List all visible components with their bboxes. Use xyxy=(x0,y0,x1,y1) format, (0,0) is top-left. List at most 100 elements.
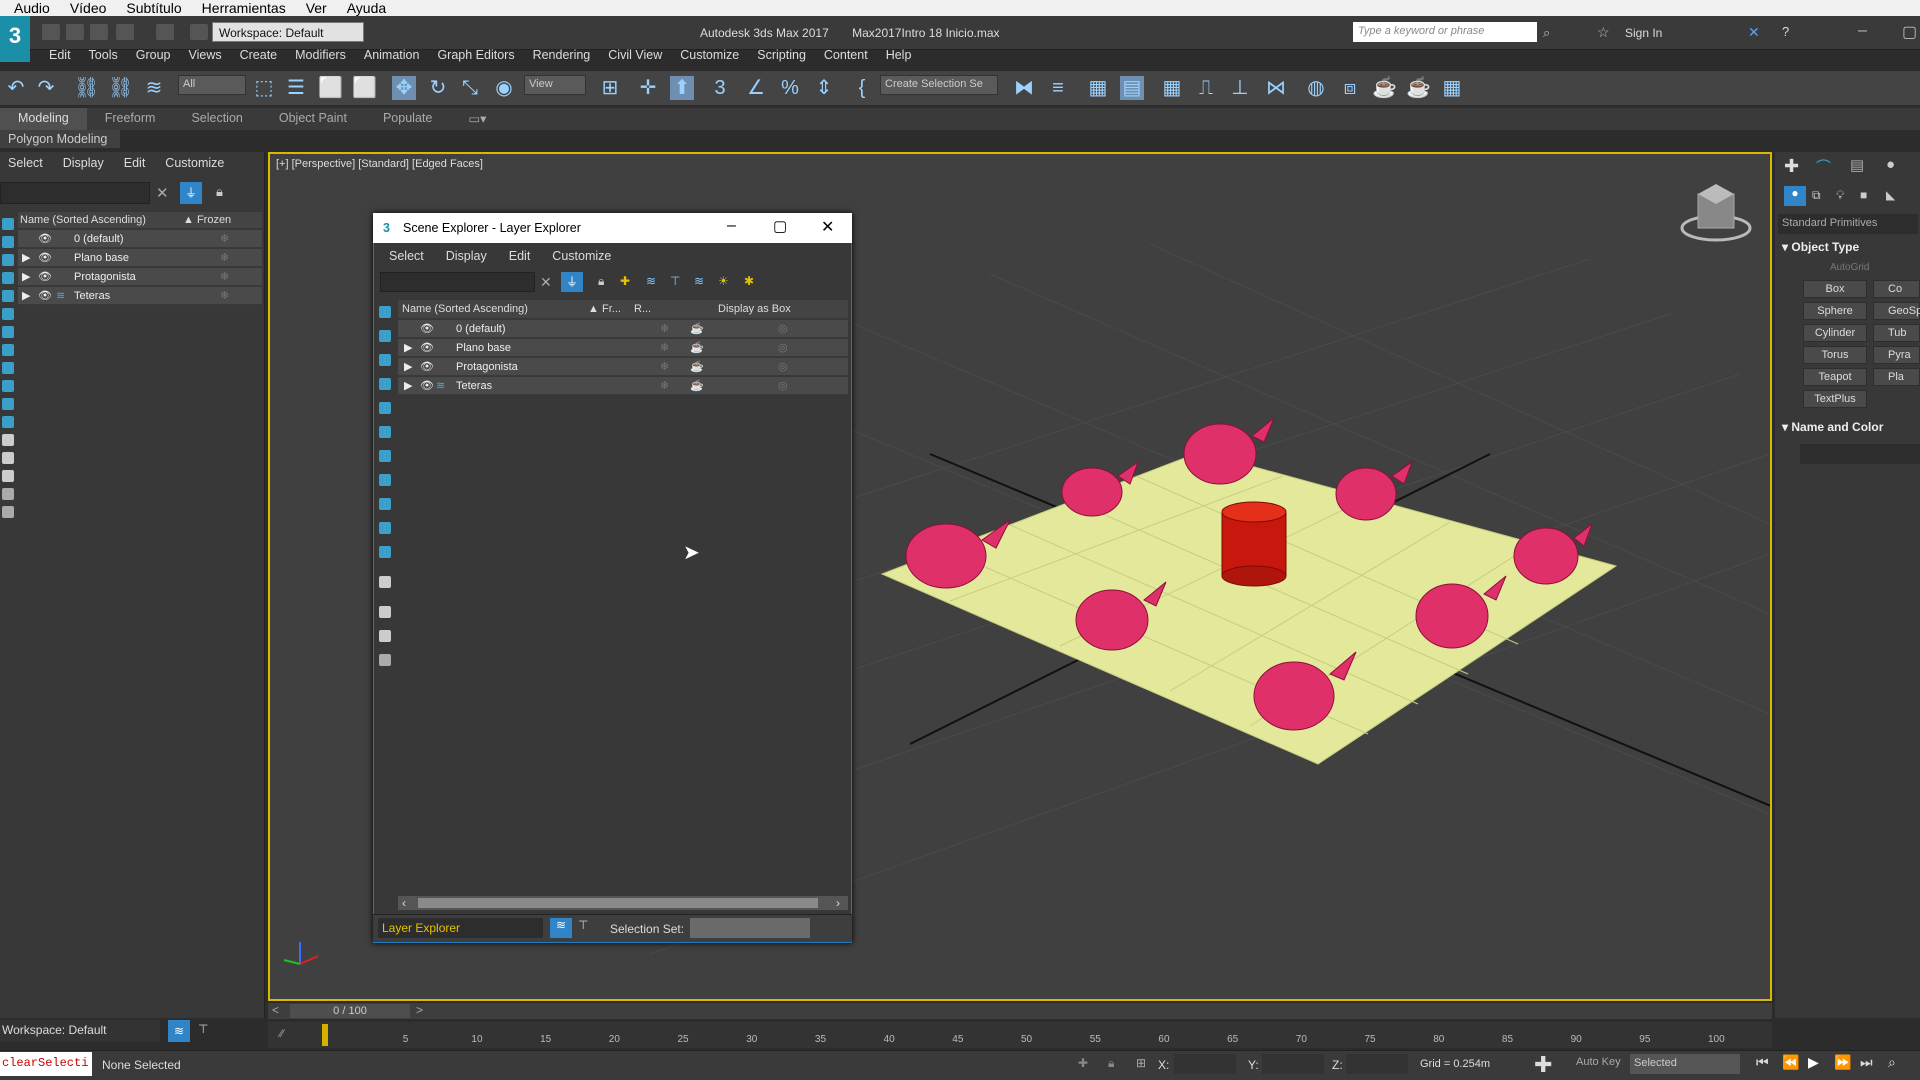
ribbon-options-icon[interactable]: ▭▾ xyxy=(450,108,504,130)
tube-button[interactable]: Tub xyxy=(1873,324,1920,342)
mini-curve-editor-icon[interactable]: ⁄∕ xyxy=(280,1028,284,1040)
render-teapot-icon[interactable]: ☕ xyxy=(690,322,704,335)
undo-quick-icon[interactable] xyxy=(116,24,134,40)
display-helpers-icon[interactable] xyxy=(2,290,14,302)
expand-arrow-icon[interactable]: ▶ xyxy=(22,289,30,302)
shapes-icon[interactable]: ⧉ xyxy=(1812,188,1821,203)
left-menu-display[interactable]: Display xyxy=(63,156,104,170)
lx-horizontal-scrollbar[interactable]: ‹ › xyxy=(398,896,848,910)
box-display-icon[interactable]: ◎ xyxy=(778,360,788,373)
lx-layer-row[interactable]: 👁︎ 0 (default) ❄ ☕ ◎ xyxy=(398,320,848,338)
lx-close-icon[interactable]: ✕ xyxy=(821,217,834,237)
left-layer-row[interactable]: ▶ 👁︎ Plano base ❄ xyxy=(18,249,262,267)
lx-display-all-icon[interactable] xyxy=(379,576,391,588)
display-bones-icon[interactable] xyxy=(2,362,14,374)
absolute-mode-icon[interactable]: ⊞ xyxy=(1136,1056,1146,1070)
percent-snap-icon[interactable]: % xyxy=(778,76,802,100)
lx-col-frozen[interactable]: Fr... xyxy=(602,303,621,315)
menu-help-main[interactable]: Help xyxy=(877,48,921,66)
lx-layer-row[interactable]: ▶ 👁︎ Protagonista ❄ ☕ ◎ xyxy=(398,358,848,376)
pyramid-button[interactable]: Pyra xyxy=(1873,346,1920,364)
visibility-eye-icon[interactable]: 👁︎ xyxy=(38,289,52,302)
auto-key-button[interactable]: Auto Key xyxy=(1576,1056,1621,1068)
prev-frame-icon[interactable]: < xyxy=(272,1003,279,1017)
display-xrefs-icon[interactable] xyxy=(2,344,14,356)
cone-button[interactable]: Co xyxy=(1873,280,1920,298)
cameras-icon[interactable]: ■ xyxy=(1860,188,1867,202)
curve-editor-icon[interactable]: ⎍ xyxy=(1194,76,1218,100)
expand-arrow-icon[interactable]: ▶ xyxy=(404,341,412,354)
left-layer-row[interactable]: ▶ 👁︎ ≋ Teteras ❄ xyxy=(18,287,262,305)
freeze-icon[interactable]: ❄ xyxy=(660,379,669,392)
display-all-icon[interactable] xyxy=(2,434,14,446)
angle-snap-icon[interactable]: ∠ xyxy=(744,76,768,100)
align-icon[interactable]: ≡ xyxy=(1046,76,1070,100)
lx-layers-icon[interactable]: ≋ xyxy=(694,274,704,288)
sign-in-button[interactable]: Sign In xyxy=(1625,26,1662,40)
visibility-eye-icon[interactable]: 👁︎ xyxy=(38,232,52,245)
workspace-bottom-dropdown[interactable]: Workspace: Default xyxy=(0,1020,160,1042)
search-input[interactable]: Type a keyword or phrase xyxy=(1353,22,1537,42)
selection-lock-icon[interactable]: 🔒︎ xyxy=(1108,1056,1114,1071)
x-coord-input[interactable] xyxy=(1174,1054,1236,1074)
freeze-icon[interactable]: ❄ xyxy=(660,322,669,335)
rotate-icon[interactable]: ↻ xyxy=(426,76,450,100)
lx-create-layer-icon[interactable]: ✚ xyxy=(620,274,630,288)
sort-by-hierarchy-icon[interactable]: ⊤ xyxy=(578,918,588,932)
box-button[interactable]: Box xyxy=(1803,280,1867,298)
lx-display-lights-icon[interactable] xyxy=(379,354,391,366)
display-containers-icon[interactable] xyxy=(2,380,14,392)
lx-display-invert-icon[interactable] xyxy=(379,630,391,642)
next-frame-button-icon[interactable]: ⏩ xyxy=(1834,1054,1851,1071)
lx-layer-row[interactable]: ▶ 👁︎ Plano base ❄ ☕ ◎ xyxy=(398,339,848,357)
left-menu-edit[interactable]: Edit xyxy=(124,156,146,170)
freeze-icon[interactable]: ❄ xyxy=(660,341,669,354)
next-frame-icon[interactable]: > xyxy=(416,1003,423,1017)
menu-group[interactable]: Group xyxy=(127,48,180,66)
menu-view[interactable]: Ver xyxy=(306,0,327,16)
lx-display-bones-icon[interactable] xyxy=(379,498,391,510)
new-file-icon[interactable] xyxy=(42,24,60,40)
lx-display-none-icon[interactable] xyxy=(379,606,391,618)
lx-add-to-layer-icon[interactable]: ≋ xyxy=(646,274,656,288)
lx-layer-row[interactable]: ▶ 👁︎ ≋ Teteras ❄ ☕ ◎ xyxy=(398,377,848,395)
ribbon-polygon-modeling[interactable]: Polygon Modeling xyxy=(0,130,120,148)
left-layer-row[interactable]: 👁︎ 0 (default) ❄ xyxy=(18,230,262,248)
lx-menu-edit[interactable]: Edit xyxy=(509,249,531,268)
display-shapes-icon[interactable] xyxy=(2,236,14,248)
expand-arrow-icon[interactable]: ▶ xyxy=(22,251,30,264)
freeze-icon[interactable]: ❄ xyxy=(660,360,669,373)
project-folder-icon[interactable] xyxy=(190,24,208,40)
lights-icon[interactable]: 💡︎ xyxy=(1836,188,1844,203)
menu-subtitle[interactable]: Subtítulo xyxy=(126,0,181,16)
lx-menu-select[interactable]: Select xyxy=(389,249,424,268)
key-filter-dropdown[interactable]: Selected xyxy=(1630,1054,1740,1074)
spinner-snap-icon[interactable]: ⇕ xyxy=(812,76,836,100)
trackbar[interactable]: ⁄∕ xyxy=(268,1022,1772,1048)
name-color-rollout[interactable]: ▾ Name and Color xyxy=(1782,420,1883,434)
bottom-hierarchy-icon[interactable]: ⊤ xyxy=(198,1022,208,1036)
autogrid-checkbox[interactable]: AutoGrid xyxy=(1830,262,1869,273)
ribbon-toggle-icon[interactable]: ▦ xyxy=(1160,76,1184,100)
tab-selection[interactable]: Selection xyxy=(173,108,260,130)
open-file-icon[interactable] xyxy=(66,24,84,40)
freeze-icon[interactable]: ❄ xyxy=(220,289,229,302)
place-icon[interactable]: ◉ xyxy=(492,76,516,100)
display-geometry-icon[interactable] xyxy=(2,218,14,230)
lx-hierarchy-icon[interactable]: ⊤ xyxy=(670,274,680,288)
menu-tools[interactable]: Herramientas xyxy=(202,0,286,16)
scroll-thumb[interactable] xyxy=(418,898,818,908)
motion-tab-icon[interactable]: ● xyxy=(1886,156,1895,173)
lx-menu-display[interactable]: Display xyxy=(446,249,487,268)
current-frame-marker[interactable] xyxy=(322,1024,328,1046)
display-spacewarps-icon[interactable] xyxy=(2,308,14,320)
lx-display-groups-icon[interactable] xyxy=(379,450,391,462)
named-selection-edit-icon[interactable]: { xyxy=(850,76,874,100)
left-col-frozen[interactable]: ▲ Frozen xyxy=(183,214,231,226)
material-editor-icon[interactable]: ◍ xyxy=(1304,76,1328,100)
lx-display-frozen-icon[interactable] xyxy=(379,546,391,558)
lock-icon[interactable]: 🔒︎ xyxy=(216,184,223,200)
torus-button[interactable]: Torus xyxy=(1803,346,1867,364)
display-groups-icon[interactable] xyxy=(2,326,14,338)
lx-display-helpers-icon[interactable] xyxy=(379,402,391,414)
